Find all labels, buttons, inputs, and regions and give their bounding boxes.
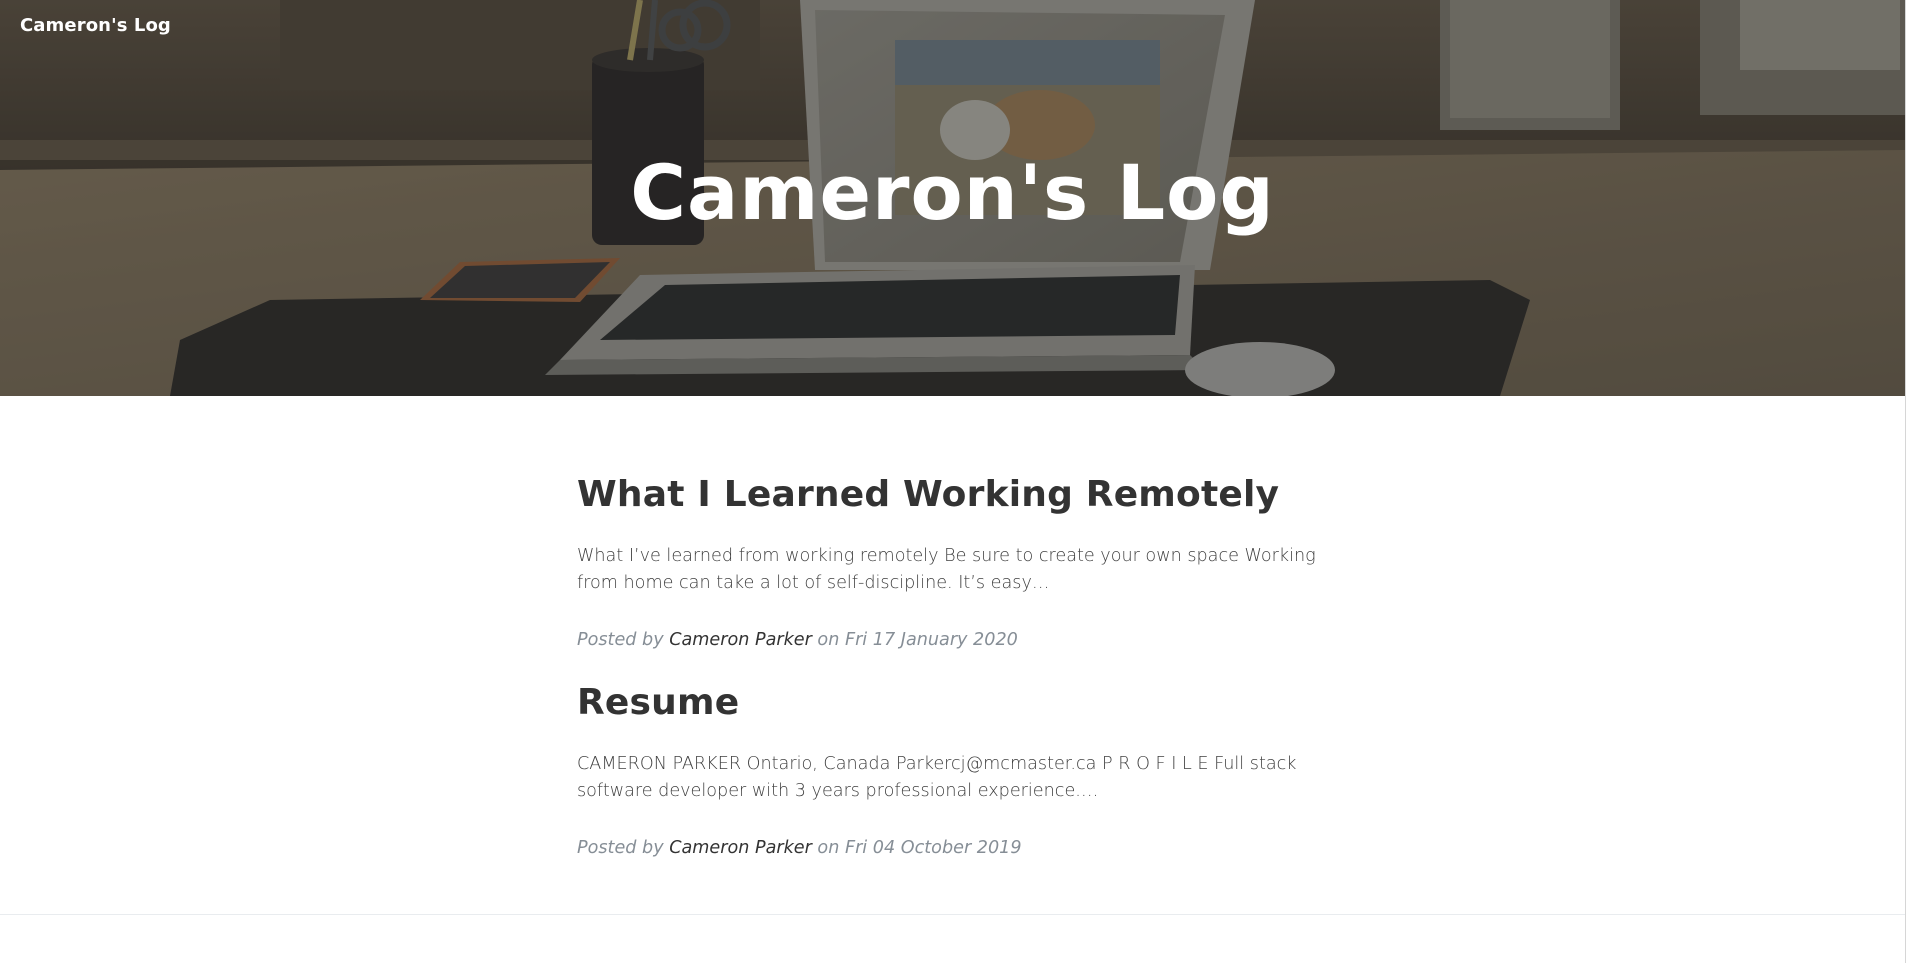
post-author-link[interactable]: Cameron Parker bbox=[669, 630, 812, 650]
post-author-link[interactable]: Cameron Parker bbox=[669, 838, 812, 858]
post-meta-on: on bbox=[811, 630, 845, 650]
post-meta: Posted by Cameron Parker on Fri 04 Octob… bbox=[577, 835, 1337, 861]
site-heading: Cameron's Log bbox=[630, 148, 1275, 237]
post-meta-prefix: Posted by bbox=[577, 630, 670, 650]
post-preview: Resume CAMERON PARKER Ontario, Canada Pa… bbox=[577, 678, 1337, 861]
footer-divider bbox=[0, 914, 1905, 915]
post-meta-on: on bbox=[811, 838, 845, 858]
post-meta: Posted by Cameron Parker on Fri 17 Janua… bbox=[577, 627, 1337, 653]
navbar-brand-link[interactable]: Cameron's Log bbox=[20, 15, 171, 36]
post-title-link[interactable]: Resume bbox=[577, 678, 1337, 728]
post-excerpt: What I’ve learned from working remotely … bbox=[577, 546, 1316, 593]
post-meta-prefix: Posted by bbox=[577, 838, 670, 858]
post-excerpt: CAMERON PARKER Ontario, Canada Parkercj@… bbox=[577, 754, 1297, 801]
post-list: What I Learned Working Remotely What I’v… bbox=[577, 470, 1337, 861]
post-preview: What I Learned Working Remotely What I’v… bbox=[577, 470, 1337, 653]
post-date: Fri 17 January 2020 bbox=[844, 630, 1018, 650]
hero-header: Cameron's Log Cameron's Log bbox=[0, 0, 1905, 396]
post-date: Fri 04 October 2019 bbox=[844, 838, 1022, 858]
post-title-link[interactable]: What I Learned Working Remotely bbox=[577, 470, 1337, 520]
page: Cameron's Log Cameron's Log What I Learn… bbox=[0, 0, 1906, 963]
